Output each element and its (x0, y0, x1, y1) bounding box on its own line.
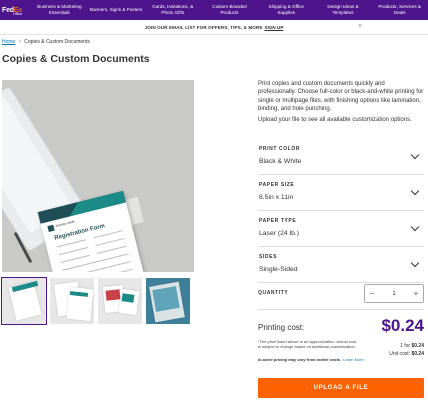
thumbnail-accent (152, 286, 180, 312)
nav-items: Business & Marketing Essentials Banners,… (31, 0, 428, 20)
minus-icon[interactable]: − (365, 289, 379, 298)
quantity-stepper[interactable]: − 1 + (364, 284, 424, 303)
description-paragraph: Print copies and custom documents quickl… (258, 81, 424, 113)
unit-cost-label: Unit cost: (389, 351, 411, 357)
fedex-office-logo[interactable]: Fed Ex Office (0, 0, 31, 20)
nav-cards-invitations[interactable]: Cards, Invitations, & Photo Gifts (144, 0, 201, 20)
divider (258, 309, 424, 310)
option-label: PAPER SIZE (259, 182, 295, 188)
form-line (62, 253, 129, 271)
document-brand-name: BRAND NAME (55, 219, 76, 229)
per-quantity-cost: 1 for $0.24 (400, 343, 424, 349)
option-label: PAPER TYPE (259, 218, 297, 224)
option-value: Laser (24 lb.) (259, 230, 300, 237)
thumbnail-accent (105, 289, 121, 301)
option-value: Black & White (259, 158, 302, 165)
printing-cost-price: $0.24 (381, 316, 424, 335)
form-line (58, 247, 88, 256)
option-label: SIDES (259, 254, 278, 260)
logo-office: Office (13, 12, 23, 16)
instore-pricing-note: In-store pricing may vary from online co… (258, 357, 364, 362)
chevron-down-icon (410, 222, 420, 232)
nav-banners-signs[interactable]: Banners, Signs & Posters (88, 0, 145, 20)
breadcrumb-current: Copies & Custom Documents (24, 39, 90, 45)
thumbnail-accent (121, 293, 135, 303)
form-line (97, 245, 127, 254)
option-value: Single-Sided (259, 266, 298, 273)
upload-file-button[interactable]: UPLOAD A FILE (258, 378, 424, 398)
close-icon[interactable]: × (358, 23, 362, 30)
thumbnail-2[interactable] (50, 278, 94, 324)
price-disclaimer: *The price listed above is an approximat… (258, 339, 357, 349)
document-logo (47, 224, 55, 232)
learn-more-link[interactable]: Learn More (343, 357, 363, 362)
product-description: Print copies and custom documents quickl… (258, 80, 424, 126)
nav-shipping-office[interactable]: Shipping & Office Supplies (258, 0, 315, 20)
nav-products-services[interactable]: Products, Services & Deals (371, 0, 428, 20)
plus-icon[interactable]: + (409, 289, 423, 298)
chevron-down-icon (410, 186, 420, 196)
chevron-down-icon (410, 150, 420, 160)
form-line (60, 254, 90, 264)
form-line (56, 239, 86, 248)
email-signup-banner: JOIN OUR EMAIL LIST FOR OFFERS, TIPS, & … (0, 20, 428, 35)
option-paper-size[interactable]: PAPER SIZE 8.5in x 11in (258, 175, 424, 211)
unit-cost-value: $0.24 (411, 351, 424, 357)
unit-cost: Unit cost: $0.24 (389, 351, 424, 357)
form-line (93, 230, 123, 239)
option-paper-type[interactable]: PAPER TYPE Laser (24 lb.) (258, 211, 424, 247)
printing-cost-label: Printing cost: (258, 323, 305, 332)
form-line (95, 237, 125, 247)
email-banner-text: JOIN OUR EMAIL LIST FOR OFFERS, TIPS, & … (144, 24, 263, 30)
thumbnail-strip (1, 277, 190, 325)
nav-business-marketing[interactable]: Business & Marketing Essentials (31, 0, 88, 20)
option-value: 8.5in x 11in (259, 194, 294, 201)
thumbnail-3[interactable] (98, 278, 142, 324)
instore-text: In-store pricing may vary from online co… (258, 357, 342, 362)
chevron-right-icon: > (18, 39, 22, 45)
chevron-right-icon[interactable]: › (184, 296, 187, 305)
thumbnail-1[interactable] (1, 277, 47, 325)
chevron-down-icon (410, 258, 420, 268)
breadcrumb-home-link[interactable]: Home (2, 39, 15, 45)
nav-custom-branded[interactable]: Custom Branded Products (201, 0, 258, 20)
option-sides[interactable]: SIDES Single-Sided (258, 247, 424, 283)
per-quantity-value: $0.24 (411, 343, 424, 349)
quantity-value[interactable]: 1 (392, 291, 395, 297)
option-print-color[interactable]: PRINT COLOR Black & White (258, 139, 424, 175)
product-hero-image: BRAND NAME Registration Form (2, 80, 194, 272)
per-quantity-label: 1 for (400, 343, 411, 349)
option-label: PRINT COLOR (259, 146, 301, 152)
description-paragraph: Upload your file to see all available cu… (258, 116, 412, 123)
quantity-label: QUANTITY (258, 290, 289, 296)
top-navigation: Fed Ex Office Business & Marketing Essent… (0, 0, 428, 20)
nav-design-ideas[interactable]: Design Ideas & Templates (315, 0, 372, 20)
sign-up-link[interactable]: SIGN UP (265, 25, 284, 30)
breadcrumb: Home > Copies & Custom Documents (2, 39, 90, 45)
page-title: Copies & Custom Documents (2, 53, 150, 65)
